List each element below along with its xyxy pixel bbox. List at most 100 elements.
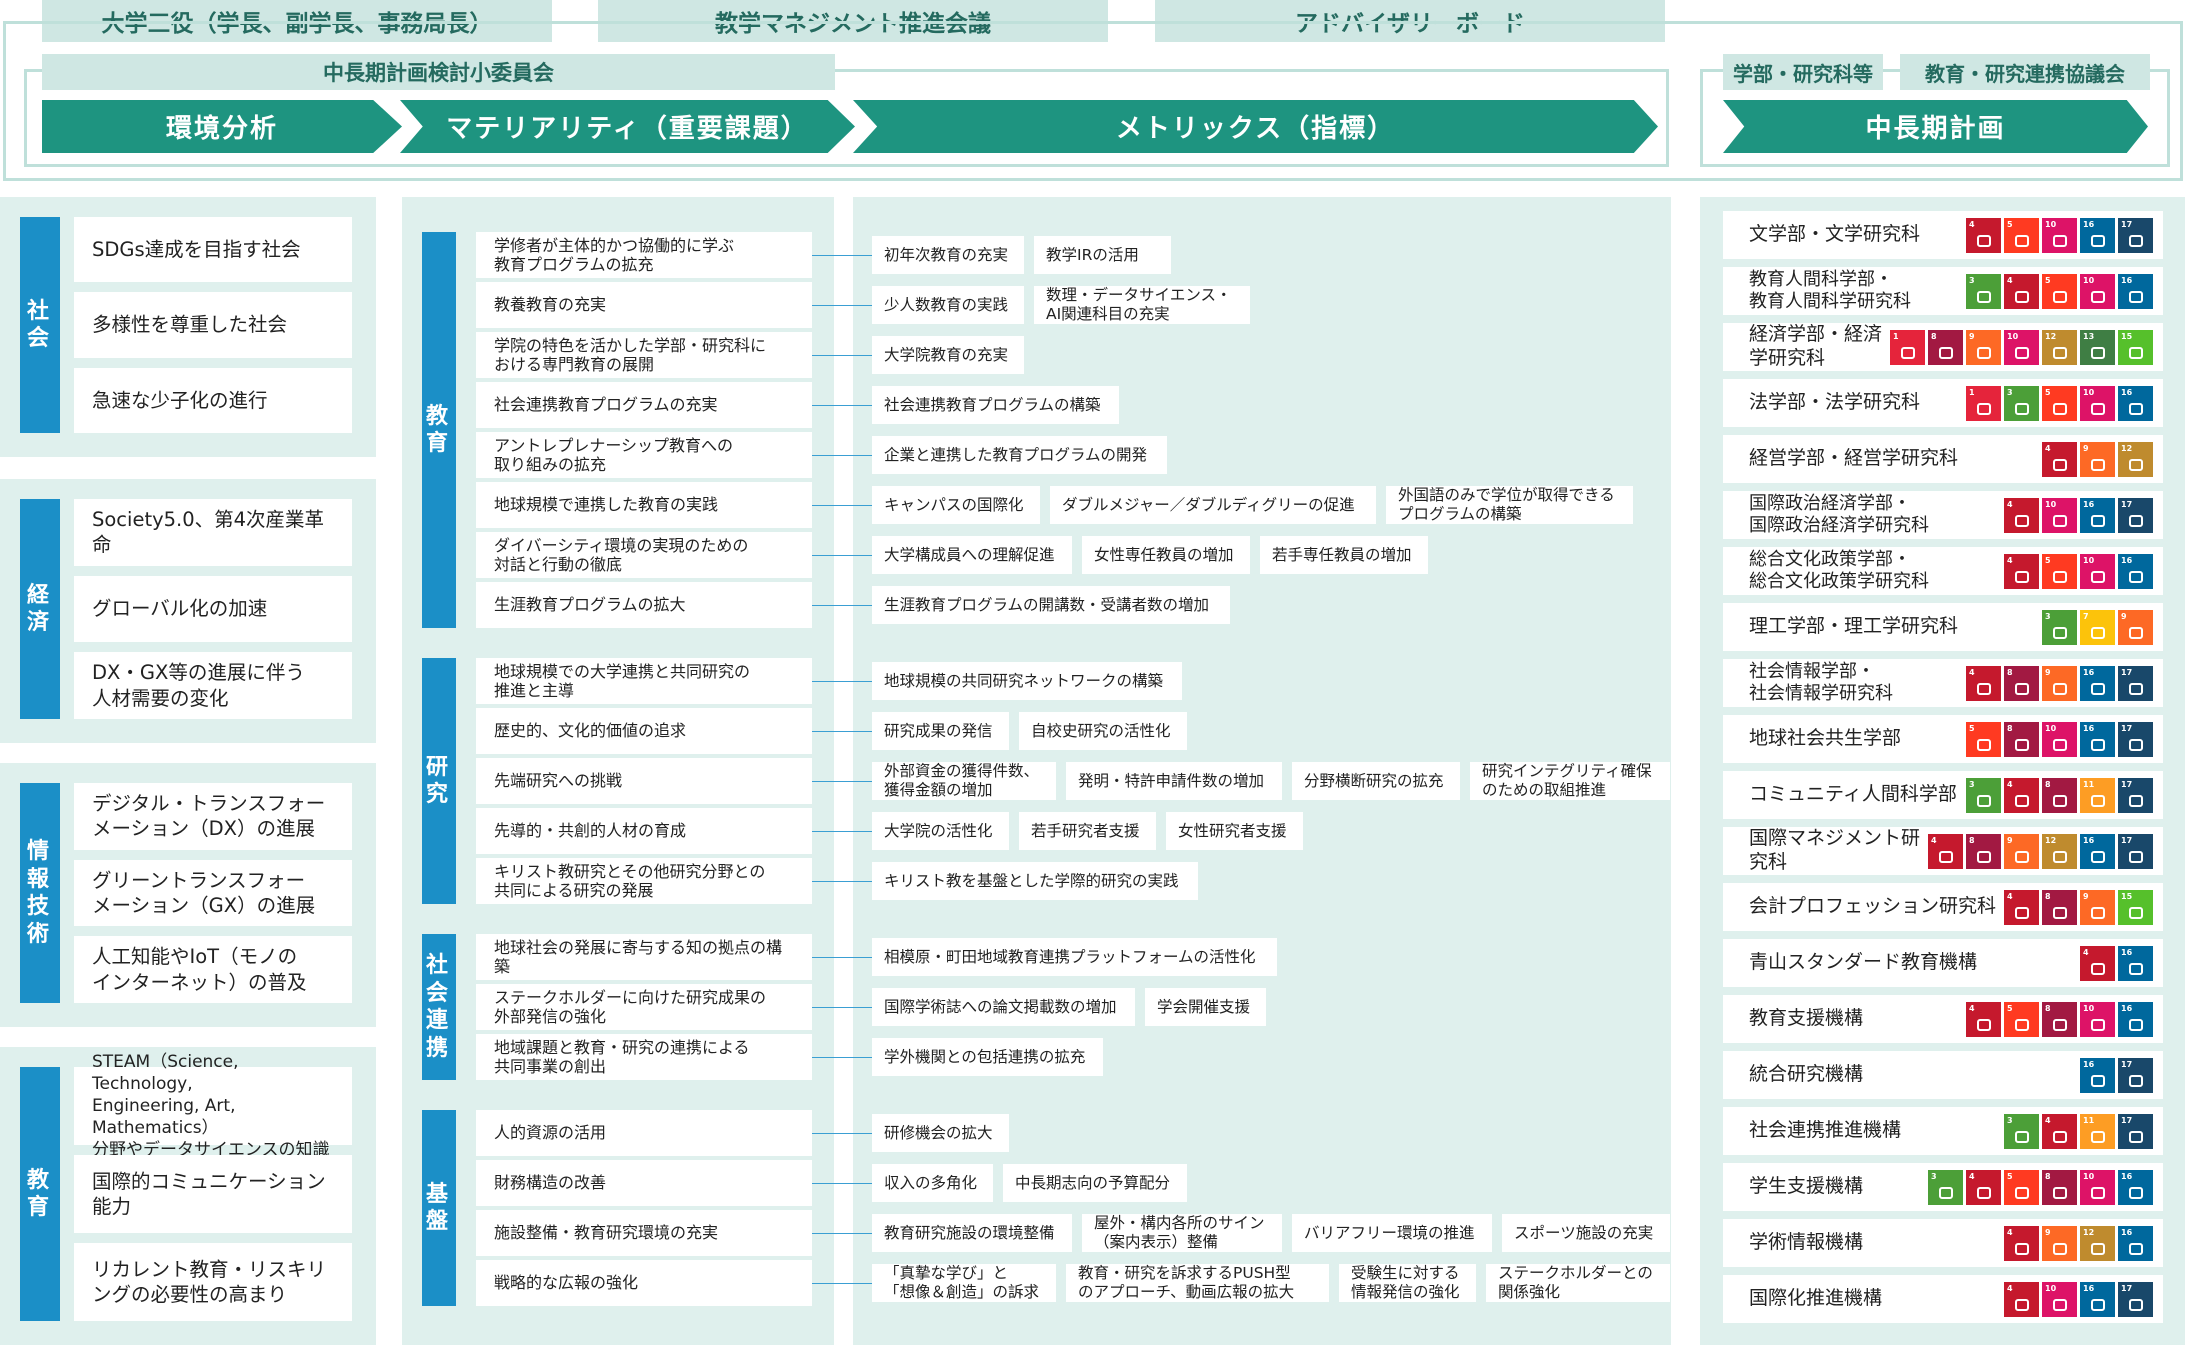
sdg-glyph [2090,570,2105,583]
plan-unit-name: コミュニティ人間科学部 [1749,783,1957,806]
sdg-10-icon: 10 [2042,1281,2077,1317]
metric-item: 大学院の活性化 [872,812,1009,850]
sdg-glyph [2014,514,2029,527]
sdg-number: 3 [2007,1115,2013,1125]
sdg-glyph [2090,962,2105,975]
plan-unit-name: 統合研究機構 [1749,1063,1864,1086]
sdg-glyph [2128,850,2143,863]
sdg-number: 10 [2045,499,2057,509]
sdg-glyph [1976,682,1991,695]
sdg-10-icon: 10 [2042,497,2077,533]
sdg-glyph [1976,402,1991,415]
sdg-number: 5 [2045,275,2051,285]
materiality-item: 教養教育の充実 [476,282,812,328]
sdg-9-icon: 9 [1966,329,2001,365]
sdg-glyph [2014,1186,2029,1199]
sdg-4-icon: 4 [2004,273,2039,309]
sdg-number: 8 [2007,723,2013,733]
sdg-glyph [2090,1130,2105,1143]
sdg-10-icon: 10 [2004,329,2039,365]
sdg-glyph [2014,402,2029,415]
metric-item: 収入の多角化 [872,1164,993,1202]
sdg-5-icon: 5 [2042,385,2077,421]
plan-row: 社会連携推進機構 3 4 11 17 [1723,1107,2163,1155]
sdg-number: 10 [2083,387,2095,397]
plan-unit-name: 経済学部・経済学研究科 [1749,323,1883,369]
sdg-16-icon: 16 [2118,945,2153,981]
connector-line [812,957,872,958]
sdg-12-icon: 12 [2042,833,2077,869]
sdg-glyph [2128,1298,2143,1311]
sdg-glyph [2090,290,2105,303]
sdg-number: 16 [2083,499,2095,509]
sdg-glyph [2014,346,2029,359]
sdg-icons: 4 16 [2080,945,2153,981]
metric-item: 分野横断研究の拡充 [1292,762,1460,800]
sdg-glyph [2014,794,2029,807]
plan-unit-name: 社会情報学部・ 社会情報学研究科 [1749,660,1893,705]
sdg-icons: 4 5 10 16 17 [1966,217,2153,253]
materiality-item: 施設整備・教育研究環境の充実 [476,1210,812,1256]
plan-row: 学生支援機構 3 4 5 8 10 16 [1723,1163,2163,1211]
connector-line [812,881,872,882]
sdg-8-icon: 8 [2042,777,2077,813]
sdg-16-icon: 16 [2118,385,2153,421]
metric-item: 女性専任教員の増加 [1082,536,1250,574]
plan-row: 経営学部・経営学研究科 4 9 12 [1723,435,2163,483]
sdg-number: 9 [1969,331,1975,341]
sdg-glyph [2052,346,2067,359]
plan-unit-name: 経営学部・経営学研究科 [1749,447,1959,470]
sdg-16-icon: 16 [2080,665,2115,701]
header-faculties: 学部・研究科等 [1723,54,1883,90]
metric-item: 研究インテグリティ確保 のための取組推進 [1470,762,1670,800]
sdg-number: 9 [2121,611,2127,621]
sdg-16-icon: 16 [2118,273,2153,309]
sdg-16-icon: 16 [2080,1281,2115,1317]
plan-row: 経済学部・経済学研究科 1 8 9 10 12 13 15 [1723,323,2163,371]
sdg-glyph [2128,682,2143,695]
sdg-number: 9 [2083,891,2089,901]
sdg-16-icon: 16 [2080,1057,2115,1093]
sdg-glyph [2052,850,2067,863]
sdg-number: 10 [2045,723,2057,733]
sdg-number: 3 [1931,1171,1937,1181]
sdg-number: 10 [2083,555,2095,565]
plan-row: 総合文化政策学部・ 総合文化政策学研究科 4 5 10 16 [1723,547,2163,595]
sdg-glyph [2128,458,2143,471]
sdg-10-icon: 10 [2080,385,2115,421]
sdg-number: 9 [2083,443,2089,453]
plan-row: 青山スタンダード教育機構 4 16 [1723,939,2163,987]
sdg-number: 8 [1931,331,1937,341]
plan-unit-name: 学術情報機構 [1749,1231,1864,1254]
materiality-item: 歴史的、文化的価値の追求 [476,708,812,754]
sdg-8-icon: 8 [1966,833,2001,869]
sdg-glyph [2014,682,2029,695]
metric-item: 「真摯な学び」と 「想像＆創造」の訴求 [872,1264,1056,1302]
connector-line [812,731,872,732]
sdg-glyph [2128,794,2143,807]
sdg-icons: 3 4 5 8 10 16 [1928,1169,2153,1205]
metric-item: 外部資金の獲得件数、 獲得金額の増加 [872,762,1056,800]
plan-row: 理工学部・理工学研究科 3 7 9 [1723,603,2163,651]
sdg-glyph [2128,570,2143,583]
sdg-number: 4 [2007,891,2013,901]
sdg-glyph [1976,738,1991,751]
sdg-number: 10 [2083,275,2095,285]
materiality-item: キリスト教研究とその他研究分野との 共同による研究の発展 [476,858,812,904]
sdg-glyph [2090,514,2105,527]
sdg-glyph [2052,682,2067,695]
sdg-glyph [2052,1186,2067,1199]
connector-line [812,355,872,356]
connector-line [812,305,872,306]
metric-item: キリスト教を基盤とした学際的研究の実践 [872,862,1198,900]
sdg-number: 17 [2121,779,2133,789]
sdg-4-icon: 4 [1966,1169,2001,1205]
sdg-glyph [2052,738,2067,751]
metric-item: 教育・研究を訴求するPUSH型 のアプローチ、動画広報の拡大 [1066,1264,1329,1302]
sdg-5-icon: 5 [2004,1001,2039,1037]
sdg-number: 7 [2083,611,2089,621]
sdg-glyph [1938,346,1953,359]
plan-row: 地球社会共生学部 5 8 10 16 17 [1723,715,2163,763]
sdg-16-icon: 16 [2080,217,2115,253]
plan-row: 学術情報機構 4 9 12 16 [1723,1219,2163,1267]
